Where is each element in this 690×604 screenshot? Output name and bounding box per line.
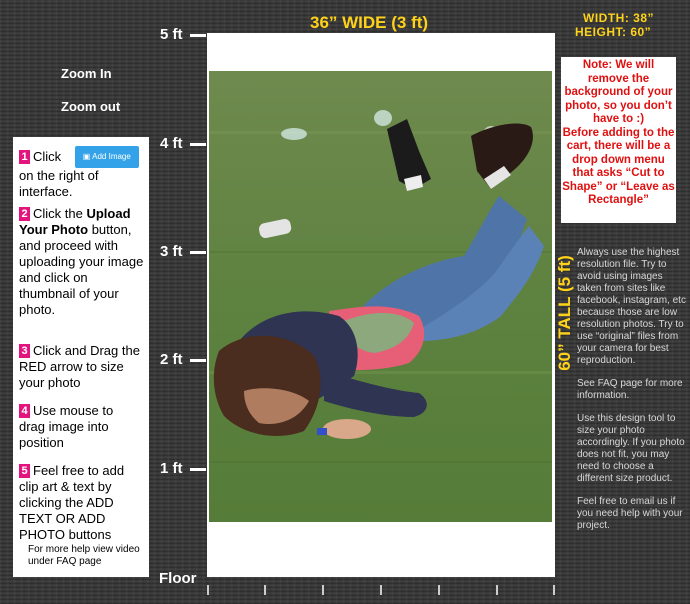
ruler-label-5ft: 5 ft xyxy=(160,26,183,43)
ruler-tick xyxy=(190,34,206,37)
bottom-ruler-tick xyxy=(380,585,382,595)
ruler-label-floor: Floor xyxy=(159,570,197,587)
step-4: 4 Use mouse to drag image into position xyxy=(19,403,139,451)
bottom-ruler-tick xyxy=(207,585,209,595)
tip-faq: See FAQ page for more information. xyxy=(577,378,683,401)
uploaded-photo[interactable] xyxy=(209,71,552,522)
step-1-text-a: Click xyxy=(33,149,62,164)
width-title: 36” WIDE (3 ft) xyxy=(310,13,429,32)
bottom-ruler-tick xyxy=(438,585,440,595)
ruler-tick xyxy=(190,251,206,254)
tip-sizing: Use this design tool to size your photo … xyxy=(577,413,685,484)
add-image-button-label: Add Image xyxy=(92,152,131,161)
bottom-ruler-tick xyxy=(553,585,555,595)
ruler-label-3ft: 3 ft xyxy=(160,243,183,260)
step-2-text-a: Click the xyxy=(33,206,87,221)
ruler-label-1ft: 1 ft xyxy=(160,460,183,477)
add-image-button[interactable]: ▣ Add Image xyxy=(74,146,139,168)
width-label: WIDTH: 38” xyxy=(583,11,654,25)
step-number: 1 xyxy=(19,150,30,164)
ruler-label-2ft: 2 ft xyxy=(160,351,183,368)
instructions-panel: 1 Click ▣ Add Image on the right of inter… xyxy=(13,137,149,577)
tip-resolution: Always use the highest resolution file. … xyxy=(577,247,686,366)
step-5-text: Feel free to add clip art & text by clic… xyxy=(19,463,125,542)
photo-person-on-grass xyxy=(209,71,552,522)
bottom-ruler-tick xyxy=(322,585,324,595)
ruler-tick xyxy=(190,143,206,146)
ruler-tick xyxy=(190,468,206,471)
step-number: 4 xyxy=(19,404,30,418)
height-label: HEIGHT: 60” xyxy=(575,25,652,39)
step-2: 2 Click the Upload Your Photo button, and… xyxy=(19,206,145,318)
bottom-ruler-tick xyxy=(264,585,266,595)
step-3: 3 Click and Drag the RED arrow to size yo… xyxy=(19,343,147,391)
background-removal-note: Note: We will remove the background of y… xyxy=(561,57,676,223)
note-text-2: Before adding to the cart, there will be… xyxy=(562,126,675,207)
tip-email: Feel free to email us if you need help w… xyxy=(577,496,683,531)
step-number: 2 xyxy=(19,207,30,221)
zoom-out-button[interactable]: Zoom out xyxy=(61,99,120,114)
step-number: 3 xyxy=(19,344,30,358)
step-5: 5 Feel free to add clip art & text by cli… xyxy=(19,463,147,543)
bottom-ruler-tick xyxy=(496,585,498,595)
step-1-text-b: on the right of interface. xyxy=(19,168,99,199)
step-3-text: Click and Drag the RED arrow to size you… xyxy=(19,343,140,390)
step-1: 1 Click ▣ Add Image on the right of inter… xyxy=(19,146,147,200)
tips-section: Always use the highest resolution file. … xyxy=(577,247,687,543)
step-4-text: Use mouse to drag image into position xyxy=(19,403,114,450)
step-number: 5 xyxy=(19,464,30,478)
zoom-in-button[interactable]: Zoom In xyxy=(61,66,112,81)
height-title: 60” TALL (5 ft) xyxy=(555,255,574,371)
ruler-label-4ft: 4 ft xyxy=(160,135,183,152)
note-text: Note: We will remove the background of y… xyxy=(564,59,673,125)
ruler-tick xyxy=(190,359,206,362)
help-text: For more help view video under FAQ page xyxy=(28,544,140,567)
